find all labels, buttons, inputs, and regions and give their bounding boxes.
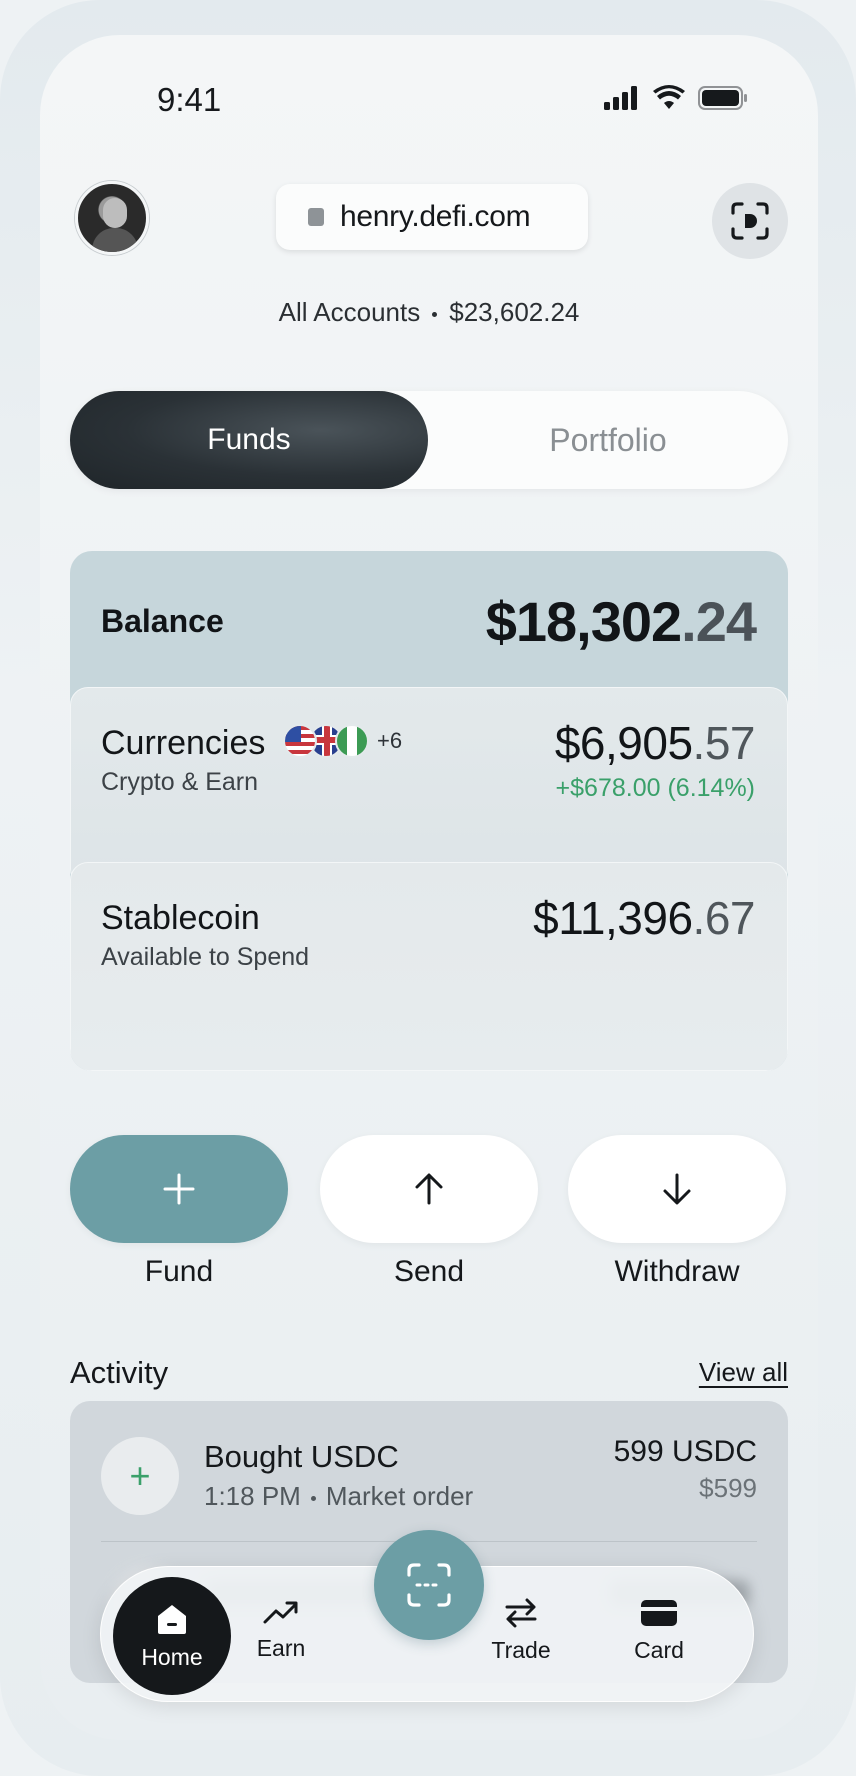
send-label: Send [393, 1255, 465, 1288]
tab-portfolio[interactable]: Portfolio [428, 391, 788, 489]
activity-item-title: Bought USDC [204, 1439, 399, 1474]
currency-flags: +6 [283, 724, 402, 758]
accounts-label: All Accounts [278, 297, 421, 327]
plus-icon [163, 1173, 195, 1205]
currencies-card[interactable]: Currencies +6 Crypto & Earn $6,905.57 +$… [70, 687, 788, 887]
battery-icon [698, 86, 747, 110]
balance-label: Balance [101, 603, 224, 639]
scan-face-button[interactable] [712, 183, 788, 259]
accounts-total: $23,602.24 [449, 297, 580, 327]
url-text: henry.defi.com [340, 200, 531, 233]
view-all-link[interactable]: View all [699, 1357, 788, 1388]
activity-item-amount: 599 USDC [613, 1435, 757, 1468]
nav-home[interactable]: Home [113, 1577, 231, 1695]
send-button[interactable] [320, 1135, 538, 1243]
swap-icon [505, 1598, 537, 1628]
stablecoin-caption: Available to Spend [101, 943, 310, 971]
activity-item-meta: 1:18 PM Market order [204, 1481, 474, 1511]
arrow-up-icon [415, 1173, 443, 1205]
us-flag-icon [283, 724, 317, 758]
withdraw-label: Withdraw [614, 1255, 740, 1288]
accounts-summary: All Accounts $23,602.24 [40, 297, 818, 328]
wifi-icon [653, 85, 685, 109]
fund-label: Fund [144, 1255, 214, 1288]
status-icons [604, 85, 748, 111]
view-toggle: Funds Portfolio [70, 391, 788, 489]
nav-trade-label: Trade [491, 1637, 551, 1663]
nav-trade[interactable]: Trade [471, 1597, 571, 1664]
currencies-extra-count: +6 [377, 728, 403, 753]
plus-icon: + [101, 1437, 179, 1515]
stablecoin-title: Stablecoin [101, 899, 260, 937]
url-pill[interactable]: henry.defi.com [276, 184, 588, 250]
currencies-title: Currencies [101, 724, 266, 762]
balance-card: Balance $18,302.24 Currencies +6 Crypto … [70, 551, 788, 1071]
home-icon [158, 1604, 186, 1634]
arrow-down-icon [663, 1173, 691, 1205]
scan-button[interactable] [374, 1530, 484, 1640]
nav-card-label: Card [634, 1637, 684, 1663]
card-icon [641, 1600, 677, 1626]
activity-title: Activity [70, 1355, 169, 1390]
trending-up-icon [263, 1601, 298, 1624]
signal-icon [604, 86, 637, 110]
stablecoin-card[interactable]: Stablecoin Available to Spend $11,396.67 [70, 862, 788, 1071]
face-scan-icon [731, 202, 769, 240]
scan-icon [407, 1563, 451, 1607]
document-icon [308, 208, 324, 226]
avatar[interactable] [75, 181, 149, 255]
nav-earn[interactable]: Earn [231, 1597, 331, 1662]
phone-screen: 9:41 henry.defi.com All Accounts $23,602… [40, 35, 818, 1740]
stablecoin-amount: $11,396.67 [533, 892, 755, 944]
currencies-change: +$678.00 (6.14%) [555, 774, 755, 802]
tab-funds[interactable]: Funds [70, 391, 428, 489]
nigeria-flag-icon [335, 724, 369, 758]
activity-item-fiat: $599 [699, 1473, 757, 1503]
balance-value: $18,302.24 [485, 590, 757, 653]
nav-card[interactable]: Card [609, 1597, 709, 1664]
withdraw-button[interactable] [568, 1135, 786, 1243]
currencies-caption: Crypto & Earn [101, 768, 259, 796]
fund-button[interactable] [70, 1135, 288, 1243]
nav-earn-label: Earn [256, 1635, 306, 1661]
nav-home-label: Home [141, 1643, 203, 1670]
currencies-amount: $6,905.57 [554, 717, 756, 769]
status-time: 9:41 [157, 81, 222, 118]
